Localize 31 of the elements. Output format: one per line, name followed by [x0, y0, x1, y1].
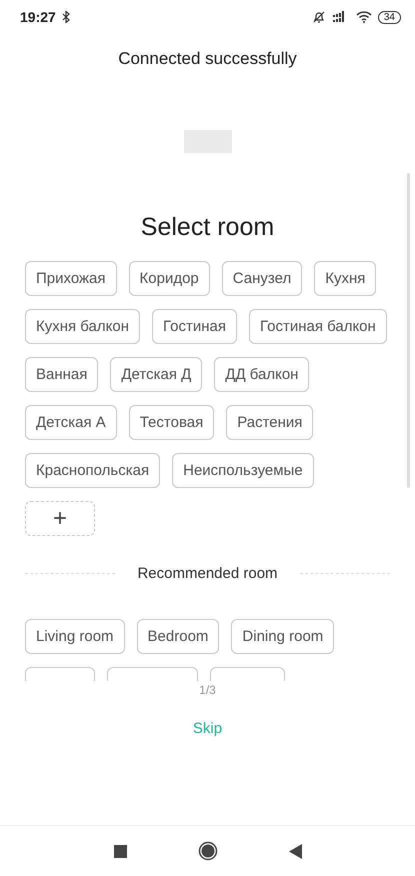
- room-chip[interactable]: ДД балкон: [214, 357, 310, 392]
- room-chip[interactable]: Краснопольская: [25, 453, 160, 488]
- battery-indicator: 34: [378, 10, 401, 24]
- back-icon[interactable]: [288, 844, 302, 858]
- bluetooth-icon: [62, 11, 70, 23]
- room-chip[interactable]: Кухня балкон: [25, 309, 140, 344]
- room-chip[interactable]: Гостиная балкон: [248, 309, 387, 344]
- home-icon[interactable]: [198, 841, 218, 861]
- add-room-button[interactable]: +: [25, 501, 95, 536]
- recents-icon[interactable]: [114, 844, 126, 858]
- page-indicator: 1/3: [198, 683, 217, 697]
- room-chip[interactable]: Детская А: [25, 405, 117, 440]
- room-chip[interactable]: Dining room: [231, 619, 334, 654]
- room-chip[interactable]: Детская Д: [110, 357, 202, 392]
- status-time: 19:27: [20, 9, 56, 25]
- room-chip[interactable]: Санузел: [222, 261, 302, 296]
- room-chip[interactable]: Коридор: [128, 261, 210, 296]
- room-chip[interactable]: Прихожая: [25, 261, 117, 296]
- room-chip[interactable]: Неиспользуемые: [172, 453, 314, 488]
- room-chip[interactable]: Living room: [25, 619, 125, 654]
- recommended-room-heading: Recommended room: [137, 565, 278, 582]
- wifi-icon: [356, 11, 372, 23]
- room-chip[interactable]: Растения: [226, 405, 314, 440]
- muted-bell-icon: [312, 10, 326, 24]
- room-chip[interactable]: Bedroom: [136, 619, 220, 654]
- room-chip[interactable]: Ванная: [25, 357, 98, 392]
- room-chip[interactable]: Кухня: [314, 261, 376, 296]
- select-room-heading: Select room: [140, 213, 276, 243]
- header-title: Connected successfully: [117, 49, 298, 70]
- room-chip[interactable]: Тестовая: [128, 405, 214, 440]
- room-chip[interactable]: Гостиная: [152, 309, 237, 344]
